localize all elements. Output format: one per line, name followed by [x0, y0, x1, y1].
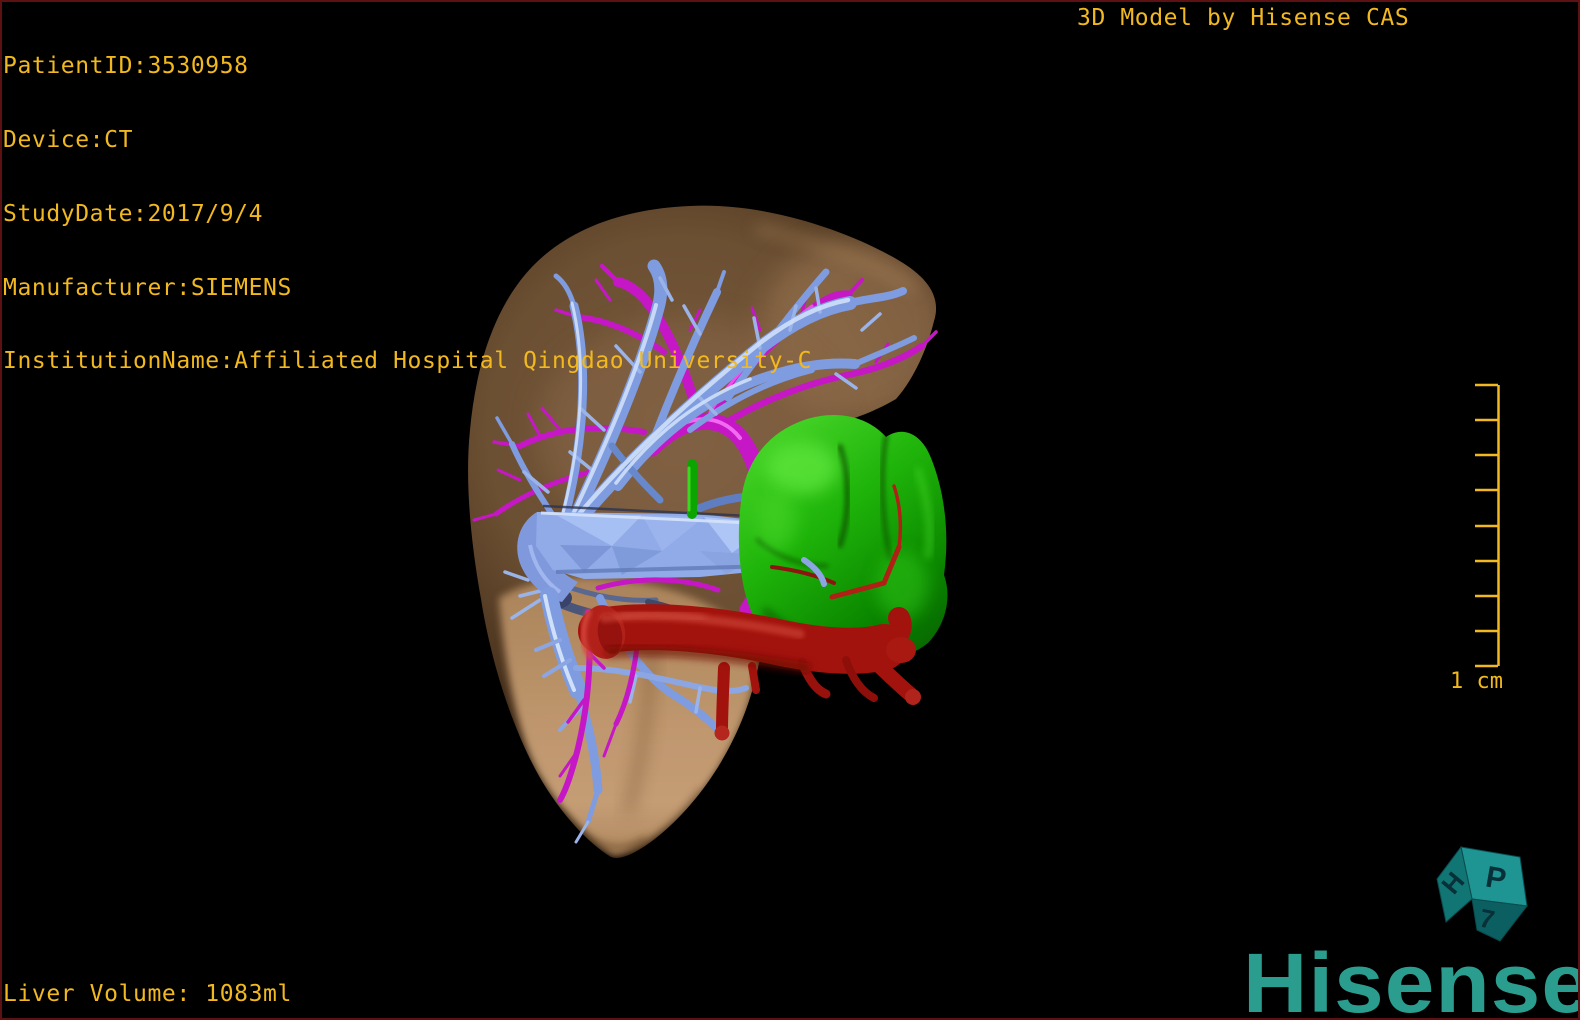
scale-bar: 1 cm	[1450, 385, 1503, 694]
liver-volume-label: Liver Volume: 1083ml	[3, 981, 292, 1007]
device-line: Device:CT	[3, 128, 812, 153]
study-date-line: StudyDate:2017/9/4	[3, 202, 812, 227]
hisense-logo: Hisense	[1243, 941, 1580, 1020]
watermark-label: 3D Model by Hisense CAS	[1077, 5, 1409, 31]
institution-line: InstitutionName:Affiliated Hospital Qing…	[3, 349, 812, 374]
patient-info-overlay: PatientID:3530958 Device:CT StudyDate:20…	[3, 5, 812, 423]
patient-id-line: PatientID:3530958	[3, 54, 812, 79]
viewer-window: 1 cm P H 7 PatientID:3530958 Device:CT S…	[0, 0, 1580, 1020]
manufacturer-line: Manufacturer:SIEMENS	[3, 276, 812, 301]
orientation-cube[interactable]: P H 7	[1435, 847, 1527, 941]
scale-bar-label: 1 cm	[1450, 669, 1503, 694]
